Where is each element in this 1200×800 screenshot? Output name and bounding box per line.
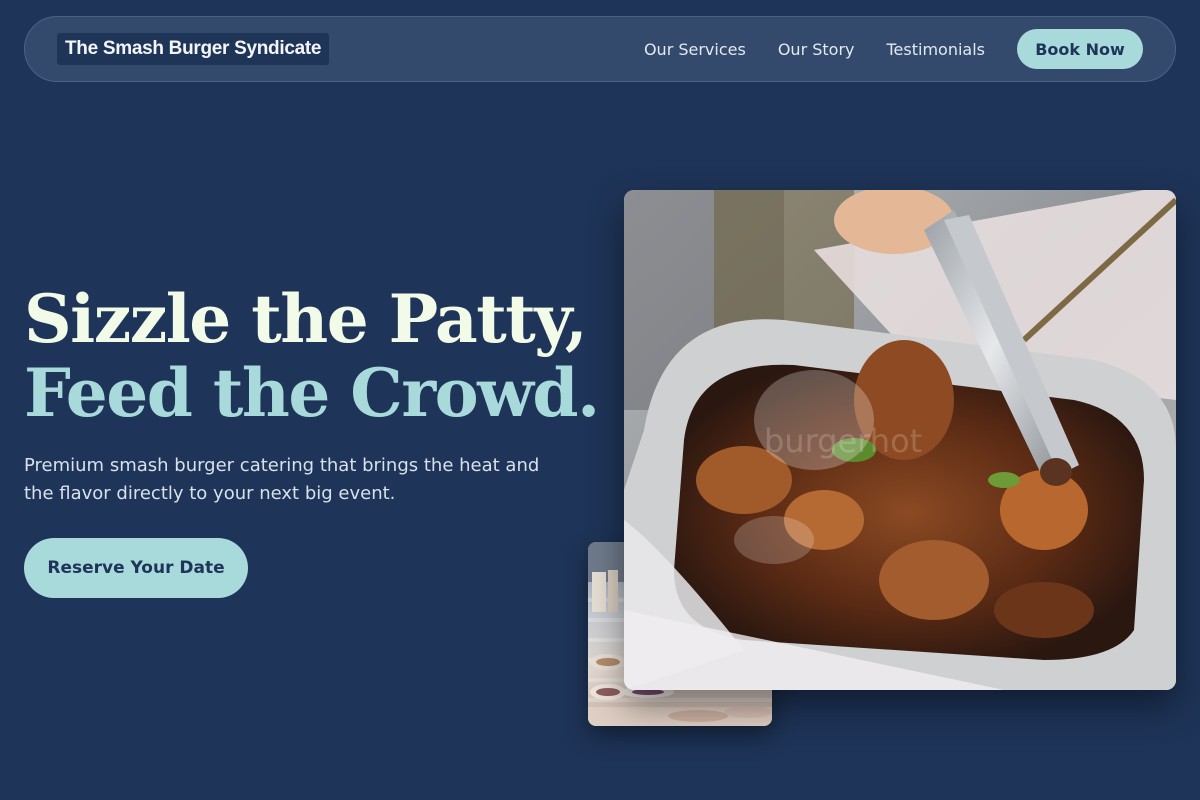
image-watermark: burgerhot xyxy=(764,422,922,460)
brand-logo[interactable]: The Smash Burger Syndicate xyxy=(57,33,330,65)
hero-headline-line1: Sizzle the Patty, xyxy=(24,280,588,358)
reserve-date-button[interactable]: Reserve Your Date xyxy=(24,538,248,598)
hero-food-photo: burgerhot xyxy=(624,190,1176,690)
hero-headline-line2: Feed the Crowd. xyxy=(24,354,600,432)
book-now-button[interactable]: Book Now xyxy=(1017,29,1143,69)
nav-link-testimonials[interactable]: Testimonials xyxy=(887,40,986,59)
nav-link-our-story[interactable]: Our Story xyxy=(778,40,855,59)
hero-headline: Sizzle the Patty, Feed the Crowd. xyxy=(24,280,600,432)
hero-subtext: Premium smash burger catering that bring… xyxy=(24,455,540,504)
nav-link-our-services[interactable]: Our Services xyxy=(644,40,746,59)
nav-links: Our Services Our Story Testimonials Book… xyxy=(644,29,1143,69)
page: The Smash Burger Syndicate Our Services … xyxy=(0,0,1200,800)
navbar: The Smash Burger Syndicate Our Services … xyxy=(24,16,1176,82)
